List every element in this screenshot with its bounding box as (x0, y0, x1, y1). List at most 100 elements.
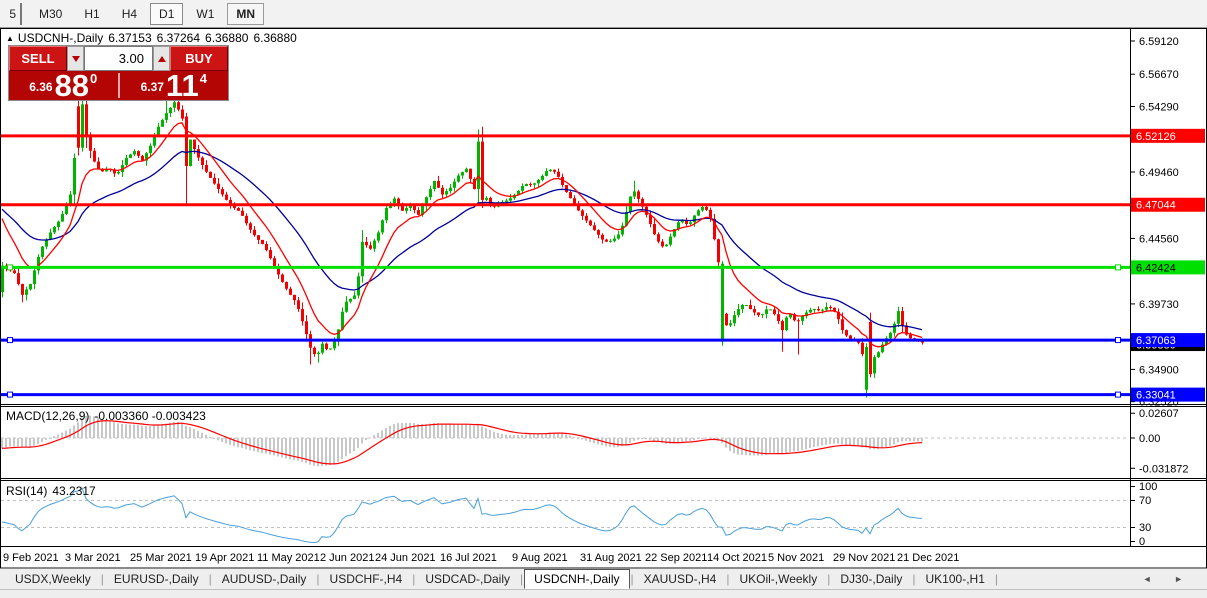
svg-text:22 Sep 2021: 22 Sep 2021 (645, 552, 707, 564)
svg-text:0: 0 (1139, 536, 1145, 548)
ohlc-close: 6.36880 (253, 31, 296, 45)
chart-tab-audusd-daily[interactable]: AUDUSD-,Daily (213, 570, 316, 588)
price-tag-6.33041: 6.33041 (1131, 388, 1205, 402)
chart-tab-xauusd-h4[interactable]: XAUUSD-,H4 (635, 570, 726, 588)
collapse-chart-icon[interactable]: ▲ (6, 34, 14, 43)
chart-tab-usdchf-h4[interactable]: USDCHF-,H4 (321, 570, 412, 588)
svg-text:6.54290: 6.54290 (1139, 101, 1179, 113)
sell-price-pips: 88 (55, 73, 89, 98)
svg-text:3 Mar 2021: 3 Mar 2021 (65, 552, 121, 564)
timeframe-button-w1[interactable]: W1 (187, 3, 223, 25)
chart-tab-eurusd-daily[interactable]: EURUSD-,Daily (105, 570, 208, 588)
line-anchor-handle[interactable] (8, 338, 13, 343)
svg-text:9 Aug 2021: 9 Aug 2021 (512, 552, 568, 564)
macd-pane-label: MACD(12,26,9) -0.003360 -0.003423 (6, 409, 211, 423)
buy-price-point: 4 (200, 71, 207, 86)
svg-text:2 Jun 2021: 2 Jun 2021 (320, 552, 374, 564)
svg-text:21 Dec 2021: 21 Dec 2021 (897, 552, 959, 564)
tab-separator: | (912, 572, 915, 586)
timeframe-toolbar: 5 M30H1H4D1W1MN (0, 0, 1207, 28)
line-anchor-handle[interactable] (8, 392, 13, 397)
macd-values: -0.003360 -0.003423 (94, 409, 205, 423)
chart-tab-usdcnh-daily[interactable]: USDCNH-,Daily (524, 569, 629, 589)
timeframe-button-h4[interactable]: H4 (113, 3, 146, 25)
tab-separator: | (412, 572, 415, 586)
timeframe-button-m30[interactable]: M30 (30, 3, 71, 25)
svg-text:6.47044: 6.47044 (1136, 200, 1176, 212)
svg-text:19 Apr 2021: 19 Apr 2021 (195, 552, 254, 564)
tab-separator: | (726, 572, 729, 586)
triangle-down-icon (72, 56, 80, 62)
macd-name: MACD(12,26,9) (6, 409, 89, 423)
timeframe-button-h1[interactable]: H1 (75, 3, 108, 25)
svg-text:6.34900: 6.34900 (1139, 364, 1179, 376)
tab-separator: | (631, 572, 634, 586)
svg-text:6.33041: 6.33041 (1136, 390, 1176, 402)
chart-title: USDCNH-,Daily (18, 31, 103, 45)
date-axis[interactable]: 9 Feb 2021 3 Mar 2021 25 Mar 202119 Apr 20… (3, 552, 959, 564)
sell-price-point: 0 (90, 71, 97, 86)
tab-separator: | (101, 572, 104, 586)
tab-separator: | (520, 572, 523, 586)
tab-separator: | (827, 572, 830, 586)
svg-text:5 Nov 2021: 5 Nov 2021 (768, 552, 824, 564)
svg-text:6.59120: 6.59120 (1139, 36, 1179, 48)
price-tag-6.42424: 6.42424 (1131, 260, 1205, 274)
svg-text:24 Jun 2021: 24 Jun 2021 (375, 552, 436, 564)
trade-panel-prices: 6.36880 6.37114 (9, 71, 228, 100)
svg-text:11 May 2021: 11 May 2021 (257, 552, 320, 564)
volume-input[interactable]: 3.00 (84, 46, 153, 71)
rsi-pane-label: RSI(14) 43.2317 (6, 484, 101, 498)
one-click-trading-panel: SELL 3.00 BUY 6.36880 6.37114 (8, 45, 229, 101)
svg-text:0.00: 0.00 (1139, 433, 1160, 445)
rsi-name: RSI(14) (6, 484, 47, 498)
svg-text:25 Mar 2021: 25 Mar 2021 (130, 552, 192, 564)
svg-text:100: 100 (1139, 481, 1157, 493)
line-anchor-handle[interactable] (1116, 392, 1121, 397)
svg-text:-0.031872: -0.031872 (1139, 463, 1189, 475)
rsi-value: 43.2317 (52, 484, 95, 498)
svg-text:0.02607: 0.02607 (1139, 408, 1179, 420)
chart-tab-usdcad-daily[interactable]: USDCAD-,Daily (416, 570, 519, 588)
svg-text:6.37063: 6.37063 (1136, 335, 1176, 347)
svg-text:70: 70 (1139, 495, 1151, 507)
ohlc-low: 6.36880 (205, 31, 248, 45)
svg-text:6.39730: 6.39730 (1139, 299, 1179, 311)
line-anchor-handle[interactable] (8, 265, 13, 270)
sell-price-base: 6.36 (29, 80, 52, 94)
chart-tab-uk100-h1[interactable]: UK100-,H1 (917, 570, 994, 588)
price-tag-6.52126: 6.52126 (1131, 129, 1205, 143)
price-tag-6.47044: 6.47044 (1131, 198, 1205, 212)
sell-price-display[interactable]: 6.36880 (9, 71, 118, 100)
tab-separator: | (209, 572, 212, 586)
line-anchor-handle[interactable] (1116, 338, 1121, 343)
svg-text:29 Nov 2021: 29 Nov 2021 (833, 552, 895, 564)
svg-text:31 Aug 2021: 31 Aug 2021 (580, 552, 642, 564)
svg-text:16 Jul 2021: 16 Jul 2021 (440, 552, 497, 564)
svg-text:6.49460: 6.49460 (1139, 167, 1179, 179)
tab-separator: | (316, 572, 319, 586)
timeframe-button-mn[interactable]: MN (227, 3, 264, 25)
ohlc-open: 6.37153 (108, 31, 151, 45)
svg-text:6.42424: 6.42424 (1136, 262, 1176, 274)
chart-tab-dj30-daily[interactable]: DJ30-,Daily (831, 570, 911, 588)
svg-text:9 Feb 2021: 9 Feb 2021 (3, 552, 59, 564)
ohlc-high: 6.37264 (157, 31, 200, 45)
buy-price-base: 6.37 (141, 80, 164, 94)
chart-tab-bar: USDX,Weekly|EURUSD-,Daily|AUDUSD-,Daily|… (0, 568, 1207, 589)
svg-text:30: 30 (1139, 522, 1151, 534)
svg-text:6.56670: 6.56670 (1139, 69, 1179, 81)
tab-scroll-arrows[interactable]: ◄ ► (1143, 574, 1193, 584)
timeframe-button-5[interactable]: 5 (2, 3, 22, 25)
chart-tab-usdx-weekly[interactable]: USDX,Weekly (6, 570, 100, 588)
price-tag-6.37063: 6.37063 (1131, 333, 1205, 347)
line-anchor-handle[interactable] (1116, 265, 1121, 270)
timeframe-button-d1[interactable]: D1 (150, 3, 183, 25)
chart-ohlc-header: ▲ USDCNH-,Daily 6.37153 6.37264 6.36880 6.368… (6, 31, 302, 45)
buy-price-pips: 11 (166, 73, 199, 98)
svg-text:6.52126: 6.52126 (1136, 131, 1176, 143)
svg-text:14 Oct 2021: 14 Oct 2021 (707, 552, 767, 564)
chart-tab-ukoil-weekly[interactable]: UKOil-,Weekly (730, 570, 826, 588)
svg-text:6.44560: 6.44560 (1139, 233, 1179, 245)
buy-price-display[interactable]: 6.37114 (120, 71, 229, 100)
